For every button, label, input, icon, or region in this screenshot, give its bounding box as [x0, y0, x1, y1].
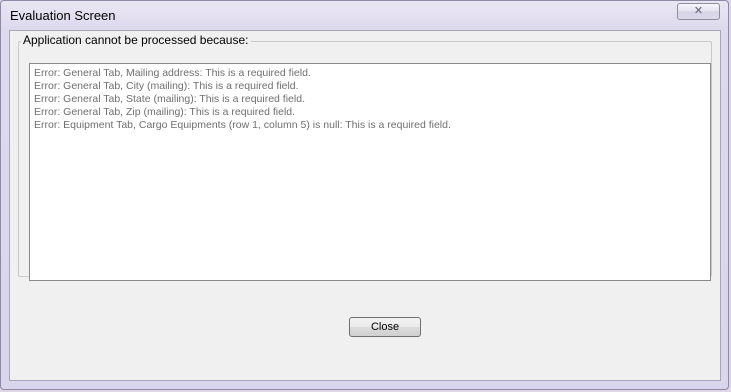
- window-title: Evaluation Screen: [10, 8, 116, 23]
- error-list[interactable]: Error: General Tab, Mailing address: Thi…: [29, 63, 711, 281]
- evaluation-dialog: Evaluation Screen ✕ Application cannot b…: [0, 0, 729, 390]
- error-groupbox: Application cannot be processed because:…: [18, 33, 712, 281]
- error-item: Error: General Tab, City (mailing): This…: [34, 80, 299, 92]
- window-close-icon[interactable]: ✕: [677, 3, 720, 20]
- error-item: Error: General Tab, Zip (mailing): This …: [34, 106, 296, 118]
- error-item: Error: General Tab, Mailing address: Thi…: [34, 67, 311, 79]
- error-item: Error: Equipment Tab, Cargo Equipments (…: [34, 119, 451, 131]
- error-item: Error: General Tab, State (mailing): Thi…: [34, 93, 305, 105]
- close-button[interactable]: Close: [349, 317, 421, 337]
- group-label: Application cannot be processed because:: [21, 33, 251, 48]
- title-bar[interactable]: Evaluation Screen ✕: [1, 1, 728, 29]
- dialog-body: Application cannot be processed because:…: [9, 30, 721, 381]
